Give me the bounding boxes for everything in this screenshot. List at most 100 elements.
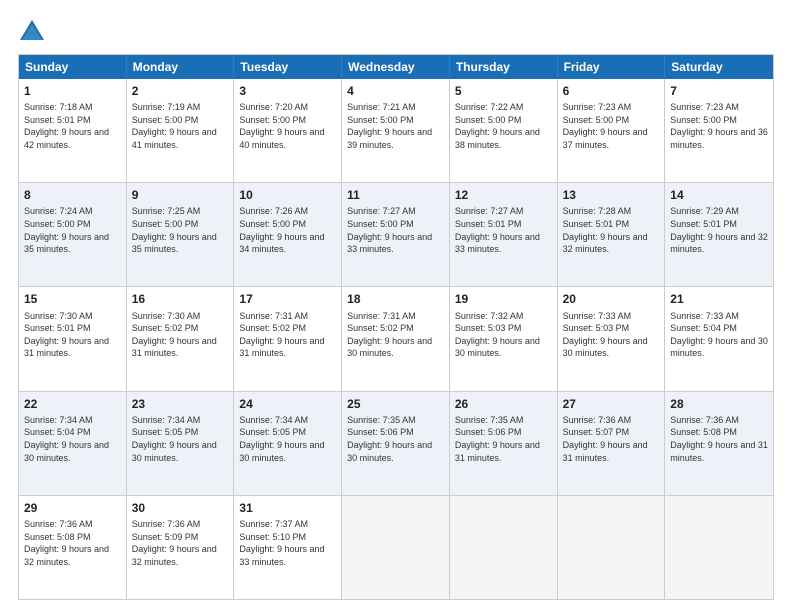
day-number: 18 (347, 291, 444, 307)
day-number: 3 (239, 83, 336, 99)
day-number: 27 (563, 396, 660, 412)
day-cell-8: 8 Sunrise: 7:24 AM Sunset: 5:00 PM Daylig… (19, 183, 127, 286)
day-number: 6 (563, 83, 660, 99)
header-cell-monday: Monday (127, 55, 235, 79)
day-info: Sunrise: 7:21 AM Sunset: 5:00 PM Dayligh… (347, 101, 444, 151)
day-cell-14: 14 Sunrise: 7:29 AM Sunset: 5:01 PM Dayli… (665, 183, 773, 286)
day-cell-10: 10Sunrise: 7:26 AM Sunset: 5:00 PM Dayli… (234, 183, 342, 286)
page: SundayMondayTuesdayWednesdayThursdayFrid… (0, 0, 792, 612)
day-cell-16: 16Sunrise: 7:30 AM Sunset: 5:02 PM Dayli… (127, 287, 235, 390)
day-info: Sunrise: 7:32 AM Sunset: 5:03 PM Dayligh… (455, 310, 552, 360)
day-cell-27: 27 Sunrise: 7:36 AM Sunset: 5:07 PM Dayli… (558, 392, 666, 495)
day-info: Sunrise: 7:37 AM Sunset: 5:10 PM Dayligh… (239, 518, 336, 568)
day-info: Sunrise: 7:23 AM Sunset: 5:00 PM Dayligh… (563, 101, 660, 151)
day-number: 17 (239, 291, 336, 307)
day-cell-17: 17 Sunrise: 7:31 AM Sunset: 5:02 PM Dayli… (234, 287, 342, 390)
day-cell-31: 31Sunrise: 7:37 AM Sunset: 5:10 PM Dayli… (234, 496, 342, 599)
header-cell-sunday: Sunday (19, 55, 127, 79)
day-number: 13 (563, 187, 660, 203)
day-info: Sunrise: 7:36 AM Sunset: 5:08 PM Dayligh… (24, 518, 121, 568)
day-cell-2: 2Sunrise: 7:19 AM Sunset: 5:00 PM Daylig… (127, 79, 235, 182)
day-info: Sunrise: 7:29 AM Sunset: 5:01 PM Dayligh… (670, 205, 768, 255)
day-number: 4 (347, 83, 444, 99)
day-info: Sunrise: 7:33 AM Sunset: 5:03 PM Dayligh… (563, 310, 660, 360)
day-info: Sunrise: 7:36 AM Sunset: 5:07 PM Dayligh… (563, 414, 660, 464)
header-cell-friday: Friday (558, 55, 666, 79)
day-info: Sunrise: 7:31 AM Sunset: 5:02 PM Dayligh… (239, 310, 336, 360)
day-cell-13: 13 Sunrise: 7:28 AM Sunset: 5:01 PM Dayli… (558, 183, 666, 286)
day-cell-22: 22 Sunrise: 7:34 AM Sunset: 5:04 PM Dayli… (19, 392, 127, 495)
day-cell-15: 15 Sunrise: 7:30 AM Sunset: 5:01 PM Dayli… (19, 287, 127, 390)
day-number: 30 (132, 500, 229, 516)
day-cell-4: 4 Sunrise: 7:21 AM Sunset: 5:00 PM Daylig… (342, 79, 450, 182)
day-info: Sunrise: 7:18 AM Sunset: 5:01 PM Dayligh… (24, 101, 121, 151)
day-cell-6: 6 Sunrise: 7:23 AM Sunset: 5:00 PM Daylig… (558, 79, 666, 182)
day-info: Sunrise: 7:23 AM Sunset: 5:00 PM Dayligh… (670, 101, 768, 151)
calendar-body: 1 Sunrise: 7:18 AM Sunset: 5:01 PM Daylig… (19, 79, 773, 599)
header-cell-thursday: Thursday (450, 55, 558, 79)
empty-cell (450, 496, 558, 599)
logo-icon (18, 18, 46, 46)
day-info: Sunrise: 7:19 AM Sunset: 5:00 PM Dayligh… (132, 101, 229, 151)
day-number: 9 (132, 187, 229, 203)
week-row-1: 1 Sunrise: 7:18 AM Sunset: 5:01 PM Daylig… (19, 79, 773, 182)
empty-cell (342, 496, 450, 599)
header (18, 18, 774, 46)
week-row-2: 8 Sunrise: 7:24 AM Sunset: 5:00 PM Daylig… (19, 182, 773, 286)
day-number: 15 (24, 291, 121, 307)
empty-cell (665, 496, 773, 599)
day-cell-24: 24 Sunrise: 7:34 AM Sunset: 5:05 PM Dayli… (234, 392, 342, 495)
day-number: 14 (670, 187, 768, 203)
day-number: 22 (24, 396, 121, 412)
day-info: Sunrise: 7:35 AM Sunset: 5:06 PM Dayligh… (347, 414, 444, 464)
day-number: 8 (24, 187, 121, 203)
day-cell-28: 28Sunrise: 7:36 AM Sunset: 5:08 PM Dayli… (665, 392, 773, 495)
day-number: 7 (670, 83, 768, 99)
day-info: Sunrise: 7:36 AM Sunset: 5:08 PM Dayligh… (670, 414, 768, 464)
day-cell-26: 26Sunrise: 7:35 AM Sunset: 5:06 PM Dayli… (450, 392, 558, 495)
day-info: Sunrise: 7:30 AM Sunset: 5:01 PM Dayligh… (24, 310, 121, 360)
day-info: Sunrise: 7:34 AM Sunset: 5:05 PM Dayligh… (239, 414, 336, 464)
day-info: Sunrise: 7:24 AM Sunset: 5:00 PM Dayligh… (24, 205, 121, 255)
day-number: 5 (455, 83, 552, 99)
day-info: Sunrise: 7:33 AM Sunset: 5:04 PM Dayligh… (670, 310, 768, 360)
day-number: 16 (132, 291, 229, 307)
day-cell-11: 11 Sunrise: 7:27 AM Sunset: 5:00 PM Dayli… (342, 183, 450, 286)
day-cell-20: 20 Sunrise: 7:33 AM Sunset: 5:03 PM Dayli… (558, 287, 666, 390)
day-info: Sunrise: 7:36 AM Sunset: 5:09 PM Dayligh… (132, 518, 229, 568)
day-number: 10 (239, 187, 336, 203)
day-number: 11 (347, 187, 444, 203)
day-number: 29 (24, 500, 121, 516)
day-cell-3: 3 Sunrise: 7:20 AM Sunset: 5:00 PM Daylig… (234, 79, 342, 182)
day-info: Sunrise: 7:27 AM Sunset: 5:01 PM Dayligh… (455, 205, 552, 255)
day-info: Sunrise: 7:28 AM Sunset: 5:01 PM Dayligh… (563, 205, 660, 255)
day-info: Sunrise: 7:31 AM Sunset: 5:02 PM Dayligh… (347, 310, 444, 360)
day-cell-21: 21 Sunrise: 7:33 AM Sunset: 5:04 PM Dayli… (665, 287, 773, 390)
header-cell-wednesday: Wednesday (342, 55, 450, 79)
day-cell-12: 12 Sunrise: 7:27 AM Sunset: 5:01 PM Dayli… (450, 183, 558, 286)
day-number: 1 (24, 83, 121, 99)
day-cell-18: 18 Sunrise: 7:31 AM Sunset: 5:02 PM Dayli… (342, 287, 450, 390)
header-cell-tuesday: Tuesday (234, 55, 342, 79)
day-number: 23 (132, 396, 229, 412)
week-row-4: 22 Sunrise: 7:34 AM Sunset: 5:04 PM Dayli… (19, 391, 773, 495)
logo (18, 18, 50, 46)
day-number: 19 (455, 291, 552, 307)
day-cell-19: 19 Sunrise: 7:32 AM Sunset: 5:03 PM Dayli… (450, 287, 558, 390)
calendar-header: SundayMondayTuesdayWednesdayThursdayFrid… (19, 55, 773, 79)
day-info: Sunrise: 7:20 AM Sunset: 5:00 PM Dayligh… (239, 101, 336, 151)
day-cell-9: 9Sunrise: 7:25 AM Sunset: 5:00 PM Daylig… (127, 183, 235, 286)
day-info: Sunrise: 7:34 AM Sunset: 5:04 PM Dayligh… (24, 414, 121, 464)
day-number: 20 (563, 291, 660, 307)
day-cell-29: 29 Sunrise: 7:36 AM Sunset: 5:08 PM Dayli… (19, 496, 127, 599)
header-cell-saturday: Saturday (665, 55, 773, 79)
day-cell-7: 7 Sunrise: 7:23 AM Sunset: 5:00 PM Daylig… (665, 79, 773, 182)
day-info: Sunrise: 7:35 AM Sunset: 5:06 PM Dayligh… (455, 414, 552, 464)
day-info: Sunrise: 7:27 AM Sunset: 5:00 PM Dayligh… (347, 205, 444, 255)
day-number: 21 (670, 291, 768, 307)
day-info: Sunrise: 7:34 AM Sunset: 5:05 PM Dayligh… (132, 414, 229, 464)
day-number: 24 (239, 396, 336, 412)
day-number: 12 (455, 187, 552, 203)
day-number: 25 (347, 396, 444, 412)
day-cell-1: 1 Sunrise: 7:18 AM Sunset: 5:01 PM Daylig… (19, 79, 127, 182)
